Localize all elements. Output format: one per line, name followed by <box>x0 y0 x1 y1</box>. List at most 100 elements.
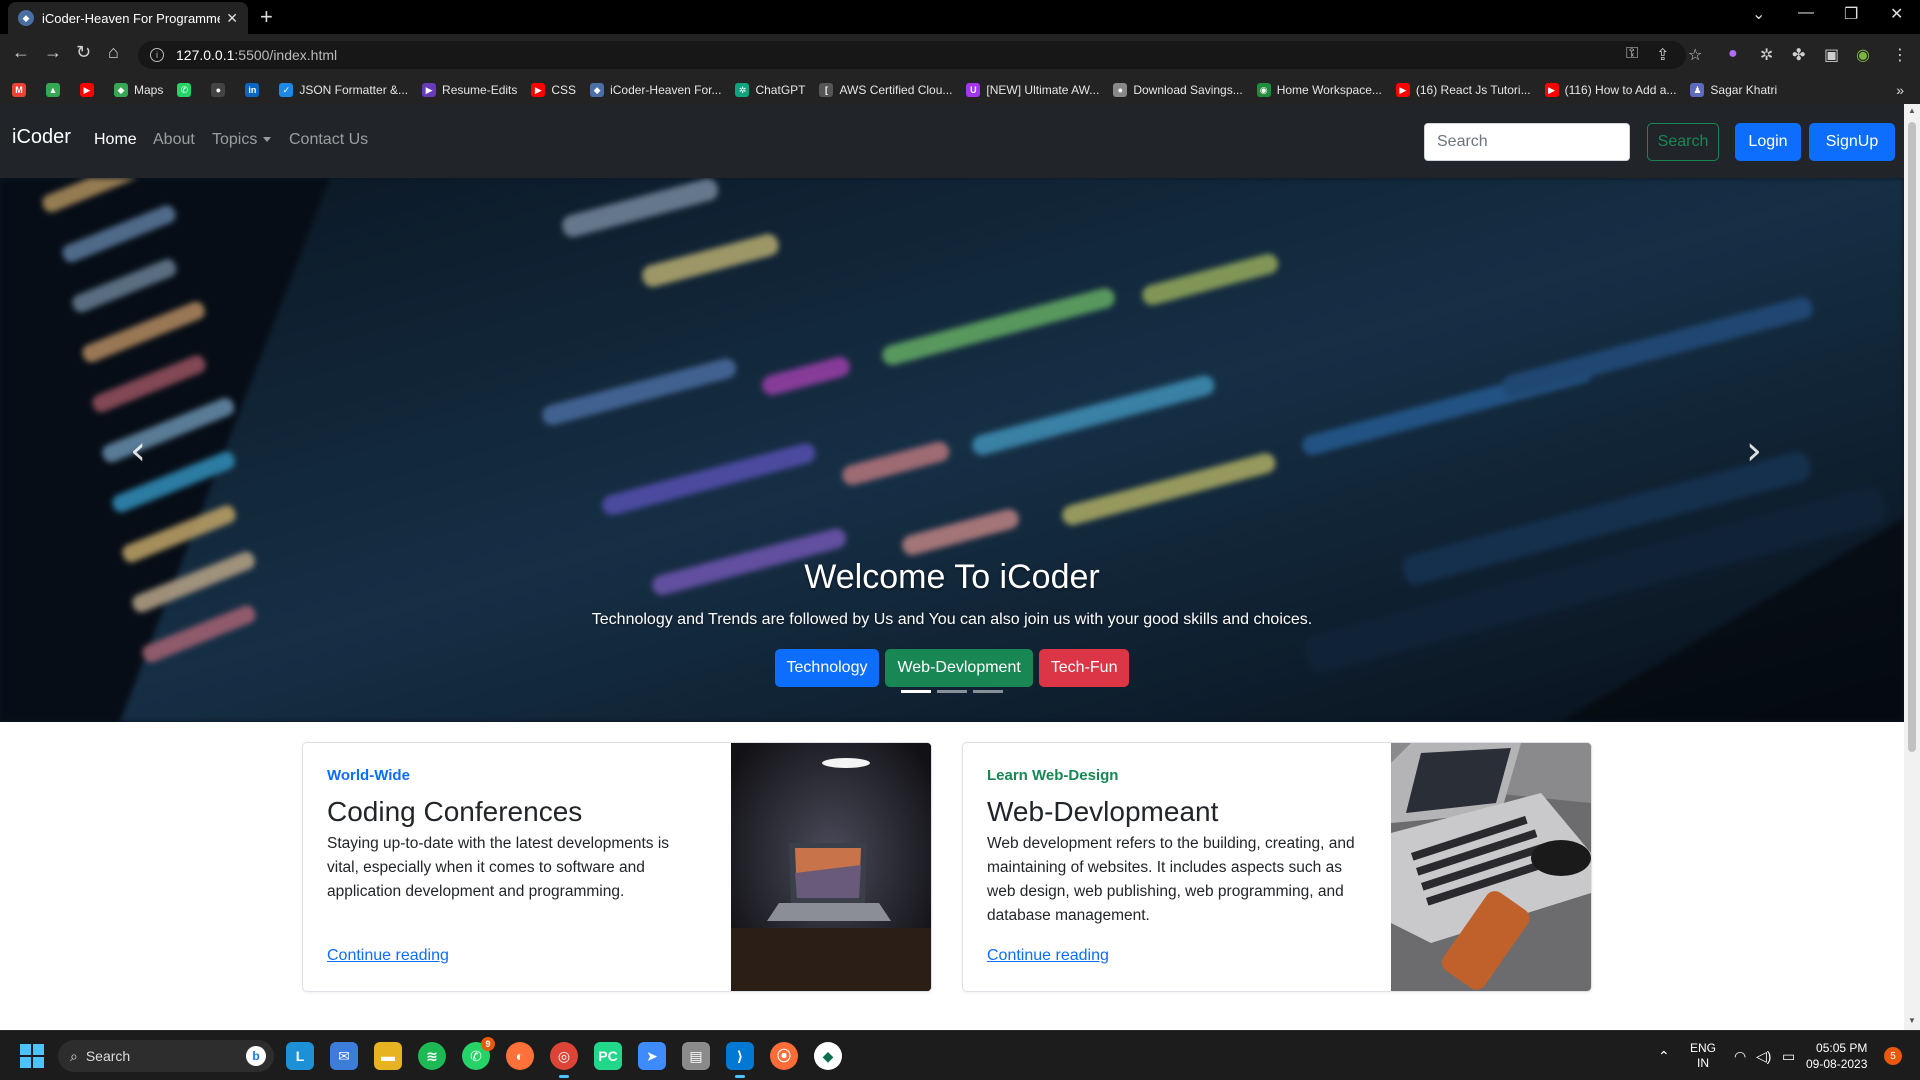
close-window-icon[interactable]: ✕ <box>1890 4 1903 24</box>
bookmark-item[interactable]: ● <box>211 83 231 97</box>
arrow-app-icon[interactable]: ➤ <box>638 1042 666 1070</box>
bookmark-item[interactable]: ♟ Sagar Khatri <box>1690 83 1777 97</box>
nav-about[interactable]: About <box>153 131 195 149</box>
new-tab-icon[interactable]: + <box>260 4 273 30</box>
mail-icon[interactable]: ✉ <box>330 1042 358 1070</box>
scrollbar-thumb[interactable] <box>1908 122 1916 752</box>
bookmark-item[interactable]: ◉ Home Workspace... <box>1256 83 1382 97</box>
firefox-icon[interactable]: ◐ <box>506 1042 534 1070</box>
notification-badge[interactable]: 5 <box>1884 1047 1902 1065</box>
bookmark-label: AWS Certified Clou... <box>839 83 953 97</box>
whatsapp-icon[interactable]: ✆ 9 <box>462 1037 495 1070</box>
extension-purple-icon[interactable]: ● <box>1728 45 1738 63</box>
windows-taskbar: ⌕ Search b L ✉ ▬ ≋ ✆ 9 ◐ ◎ PC ➤ ▤ ⟩ ⦿ ◆ ⌃… <box>0 1030 1920 1080</box>
share-icon[interactable]: ⇪ <box>1656 45 1669 65</box>
bookmark-item[interactable]: in <box>245 83 265 97</box>
bookmark-item[interactable]: U [NEW] Ultimate AW... <box>966 83 1099 97</box>
menu-kebab-icon[interactable]: ⋮ <box>1892 45 1908 65</box>
launcher-l-icon[interactable]: L <box>286 1042 314 1070</box>
bookmark-item[interactable]: ▶ CSS <box>531 83 576 97</box>
windows-start-icon[interactable] <box>20 1044 44 1068</box>
site-info-icon[interactable]: i <box>150 48 164 62</box>
postman-icon[interactable]: ⦿ <box>770 1042 798 1070</box>
key-icon[interactable]: ⚿ <box>1626 45 1638 63</box>
bookmark-star-icon[interactable]: ☆ <box>1688 45 1702 65</box>
bookmark-item[interactable]: ▶ Resume-Edits <box>422 83 517 97</box>
battery-icon[interactable]: ▭ <box>1782 1031 1795 1080</box>
card-text: Staying up-to-date with the latest devel… <box>327 835 670 900</box>
search-button[interactable]: Search <box>1647 123 1719 161</box>
close-tab-icon[interactable]: ✕ <box>226 10 238 27</box>
bookmark-item[interactable]: ▶ (16) React Js Tutori... <box>1395 83 1531 97</box>
bing-icon[interactable]: b <box>246 1046 266 1066</box>
browser-tab[interactable]: ◆ iCoder-Heaven For Programmers ✕ <box>8 2 248 34</box>
reload-icon[interactable]: ↻ <box>76 42 91 63</box>
search-input[interactable] <box>1424 123 1630 161</box>
tab-search-icon[interactable]: ⌄ <box>1752 4 1765 24</box>
card-web-development: Learn Web-Design Web-Devlopmeant Web dev… <box>962 742 1592 992</box>
taskbar-search[interactable]: ⌕ Search b <box>58 1040 274 1072</box>
restore-icon[interactable]: ❐ <box>1844 4 1858 24</box>
spotify-icon[interactable]: ≋ <box>418 1042 446 1070</box>
bookmark-item[interactable]: ● Download Savings... <box>1113 83 1243 97</box>
database-icon[interactable]: ▤ <box>682 1042 710 1070</box>
signup-button[interactable]: SignUp <box>1809 123 1895 161</box>
bookmarks-bar: M ▲ ▶ ◆ Maps ✆ ● in ✓ JSON Formatter &... ▶ Resume-… <box>0 76 1920 104</box>
volume-icon[interactable]: ◁) <box>1756 1031 1771 1080</box>
bookmark-item[interactable]: ▶ (116) How to Add a... <box>1544 83 1676 97</box>
pycharm-icon[interactable]: PC <box>594 1042 622 1070</box>
continue-reading-link[interactable]: Continue reading <box>987 947 1109 965</box>
carousel-next-icon[interactable]: › <box>1746 428 1762 474</box>
bookmark-item[interactable]: ✆ <box>177 83 197 97</box>
bookmark-item[interactable]: ✲ ChatGPT <box>735 83 805 97</box>
back-icon[interactable]: ← <box>12 42 30 63</box>
bookmark-item[interactable]: ✓ JSON Formatter &... <box>279 83 408 97</box>
laptop-lamp-image <box>731 743 931 991</box>
forward-icon[interactable]: → <box>44 42 62 63</box>
extensions-puzzle-icon[interactable]: ✤ <box>1792 45 1805 65</box>
home-icon[interactable]: ⌂ <box>108 42 119 63</box>
carousel-indicator[interactable] <box>937 690 967 693</box>
carousel-indicator[interactable] <box>901 690 931 693</box>
bookmark-item[interactable]: ▲ <box>46 83 66 97</box>
bookmark-item[interactable]: ▶ <box>80 83 100 97</box>
file-explorer-icon[interactable]: ▬ <box>374 1042 402 1070</box>
hero-carousel: ‹ › Welcome To iCoder Technology and Tre… <box>0 178 1904 722</box>
technology-button[interactable]: Technology <box>774 649 880 687</box>
check-icon: ✓ <box>279 83 294 97</box>
nav-home[interactable]: Home <box>94 131 137 149</box>
mongodb-compass-icon[interactable]: ◆ <box>814 1042 842 1070</box>
clock[interactable]: 05:05 PM 09-08-2023 <box>1806 1031 1867 1080</box>
bookmark-item[interactable]: M <box>12 83 32 97</box>
minimize-icon[interactable]: — <box>1798 4 1814 22</box>
bookmark-item[interactable]: [AWS Certified Clou... <box>819 83 952 97</box>
nav-contact[interactable]: Contact Us <box>289 131 368 149</box>
carousel-prev-icon[interactable]: ‹ <box>130 428 146 474</box>
scroll-down-icon[interactable]: ▼ <box>1908 1016 1916 1025</box>
tech-fun-button[interactable]: Tech-Fun <box>1038 649 1130 687</box>
chrome-icon[interactable]: ◎ <box>550 1042 578 1078</box>
tray-overflow-icon[interactable]: ⌃ <box>1658 1031 1670 1080</box>
scroll-up-icon[interactable]: ▲ <box>1908 106 1916 115</box>
bookmark-item[interactable]: ◆ iCoder-Heaven For... <box>590 83 721 97</box>
vscode-icon[interactable]: ⟩ <box>726 1042 754 1078</box>
wifi-icon[interactable]: ◠ <box>1734 1031 1746 1080</box>
carousel-indicator[interactable] <box>973 690 1003 693</box>
side-panel-icon[interactable]: ▣ <box>1824 45 1839 65</box>
bookmarks-overflow-icon[interactable]: » <box>1896 82 1904 98</box>
nav-topics-label: Topics <box>212 131 258 148</box>
login-button[interactable]: Login <box>1735 123 1801 161</box>
bookmark-item[interactable]: ◆ Maps <box>114 83 163 97</box>
brand-logo[interactable]: iCoder <box>12 126 71 149</box>
profile-avatar-icon[interactable]: ◉ <box>1856 45 1870 65</box>
nav-topics[interactable]: Topics <box>212 131 272 149</box>
laptop-phone-image <box>1391 743 1591 991</box>
maps-icon: ◆ <box>114 83 128 97</box>
address-bar[interactable]: i 127.0.0.1 :5500/index.html <box>138 41 1686 69</box>
page-scrollbar[interactable]: ▲ ▼ <box>1904 104 1920 1030</box>
language-indicator[interactable]: ENG IN <box>1690 1031 1716 1080</box>
extension-gear-icon[interactable]: ✲ <box>1760 45 1773 65</box>
postman-icon: ◉ <box>1256 83 1271 97</box>
continue-reading-link[interactable]: Continue reading <box>327 947 449 965</box>
web-development-button[interactable]: Web-Devlopment <box>885 649 1033 687</box>
